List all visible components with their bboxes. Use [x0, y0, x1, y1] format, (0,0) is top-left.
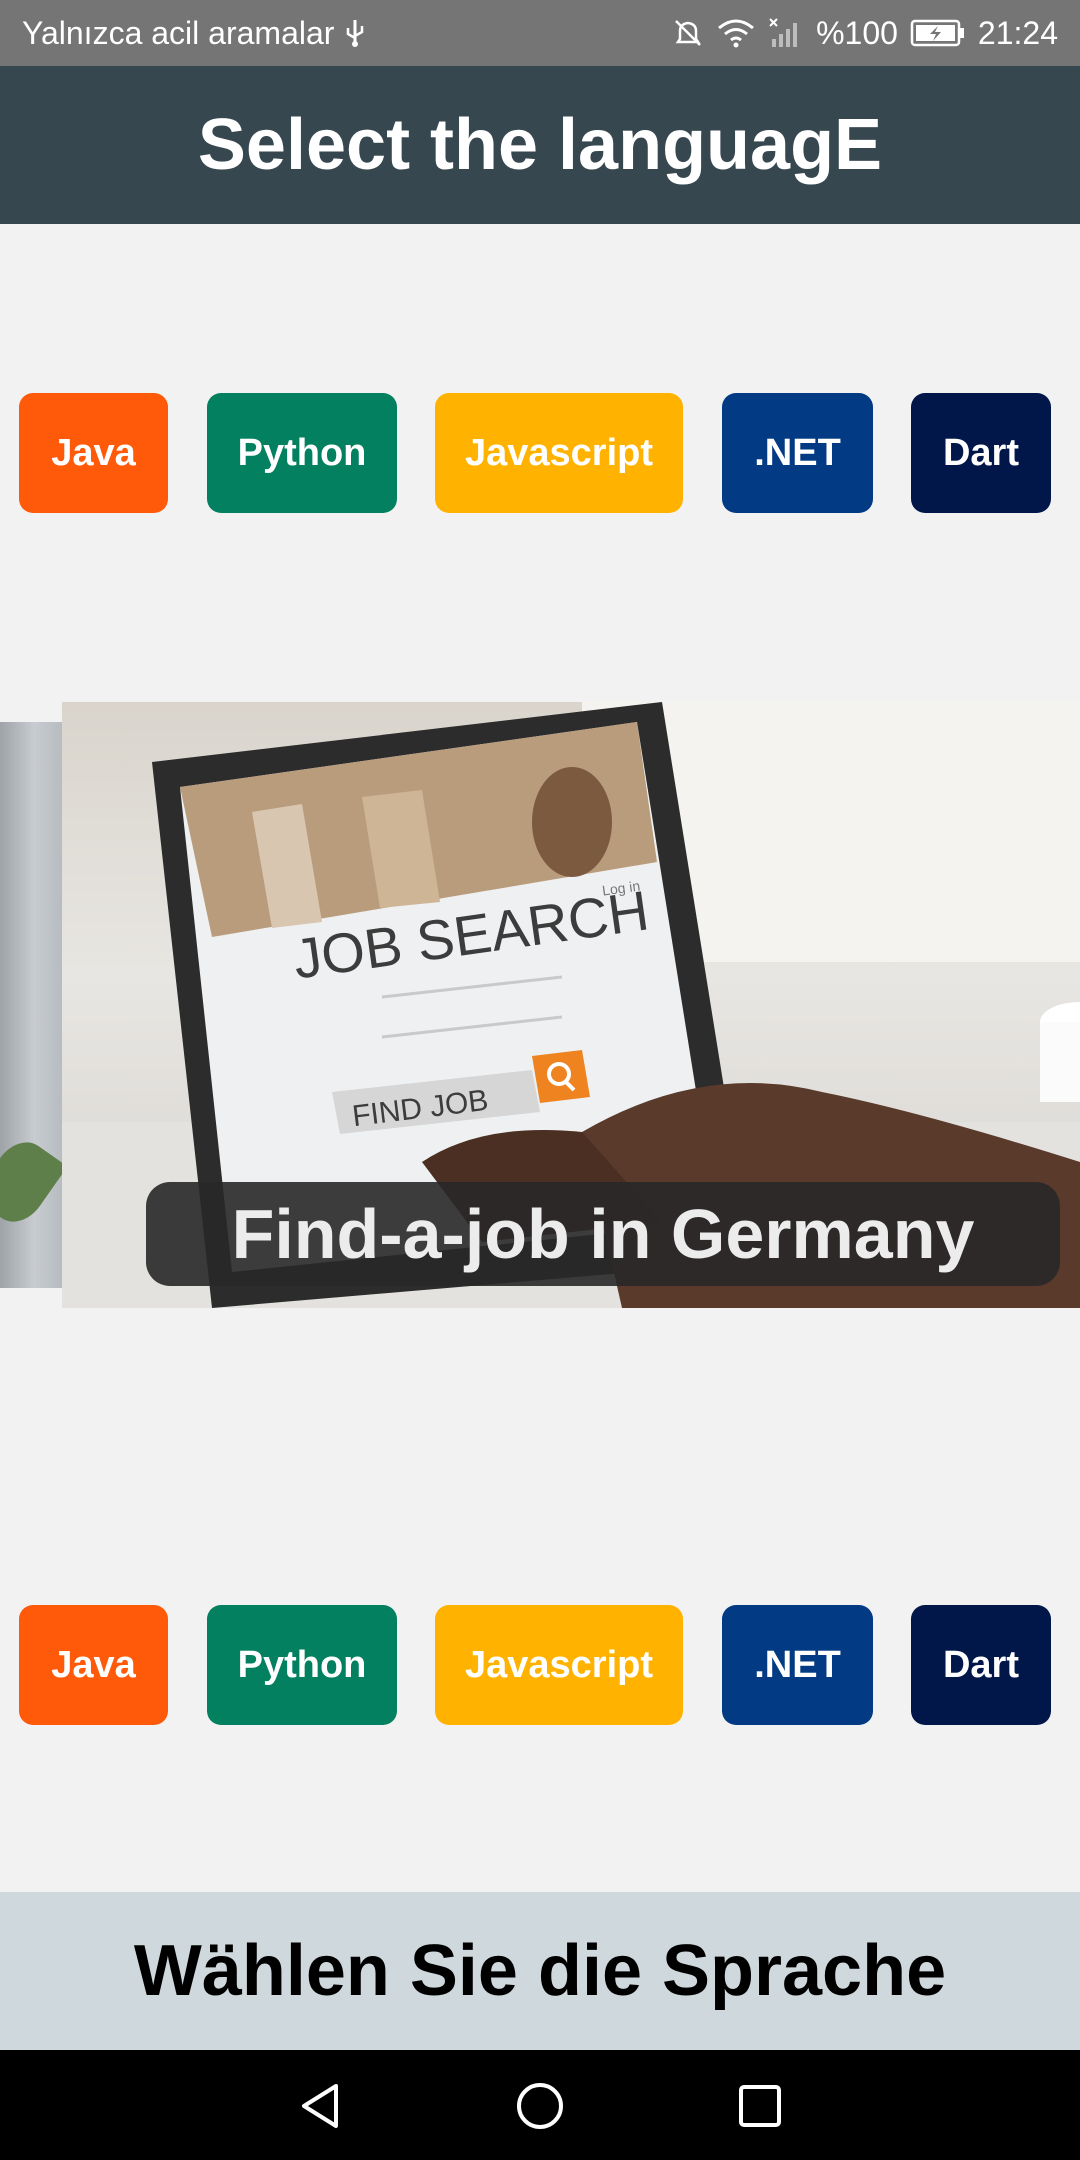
app-screen: Yalnızca acil aramalar %100 21:24 Select…	[0, 0, 1080, 2160]
home-icon[interactable]	[510, 2078, 570, 2134]
status-bar: Yalnızca acil aramalar %100 21:24	[0, 0, 1080, 66]
bottom-label-bar: Wählen Sie die Sprache	[0, 1892, 1080, 2050]
java-button[interactable]: Java	[19, 393, 168, 513]
java-button-bottom[interactable]: Java	[19, 1605, 168, 1725]
usb-icon	[344, 18, 366, 48]
dart-button-bottom[interactable]: Dart	[911, 1605, 1051, 1725]
status-left: Yalnızca acil aramalar	[22, 15, 366, 52]
status-right: %100 21:24	[672, 15, 1058, 52]
clock: 21:24	[977, 14, 1058, 51]
app-bar: Select the languagE	[0, 66, 1080, 224]
python-button[interactable]: Python	[207, 393, 397, 513]
back-icon[interactable]	[290, 2078, 350, 2134]
wifi-icon	[716, 17, 756, 49]
page-title: Select the languagE	[197, 105, 883, 185]
dotnet-button-bottom[interactable]: .NET	[722, 1605, 873, 1725]
bottom-label-text: Wählen Sie die Sprache	[133, 1931, 947, 2011]
carrier-text: Yalnızca acil aramalar	[22, 14, 335, 51]
navigation-bar	[0, 2050, 1080, 2160]
previous-slide-image[interactable]	[0, 722, 62, 1288]
slide-caption: Find-a-job in Germany	[146, 1182, 1060, 1286]
image-carousel[interactable]: JOB SEARCH FIND JOB Log in Find-a-job in…	[0, 702, 1080, 1308]
javascript-button[interactable]: Javascript	[435, 393, 683, 513]
recents-icon[interactable]	[730, 2078, 790, 2134]
language-row-top: Java Python Javascript .NET Dart	[0, 393, 1080, 513]
battery-charging-icon	[910, 18, 966, 48]
battery-text: %100	[816, 14, 898, 51]
dotnet-button[interactable]: .NET	[722, 393, 873, 513]
dart-button[interactable]: Dart	[911, 393, 1051, 513]
language-row-bottom: Java Python Javascript .NET Dart	[0, 1605, 1080, 1725]
leaf-decoration	[0, 1132, 62, 1232]
no-signal-icon	[768, 17, 804, 49]
javascript-button-bottom[interactable]: Javascript	[435, 1605, 683, 1725]
mute-icon	[672, 17, 704, 49]
python-button-bottom[interactable]: Python	[207, 1605, 397, 1725]
